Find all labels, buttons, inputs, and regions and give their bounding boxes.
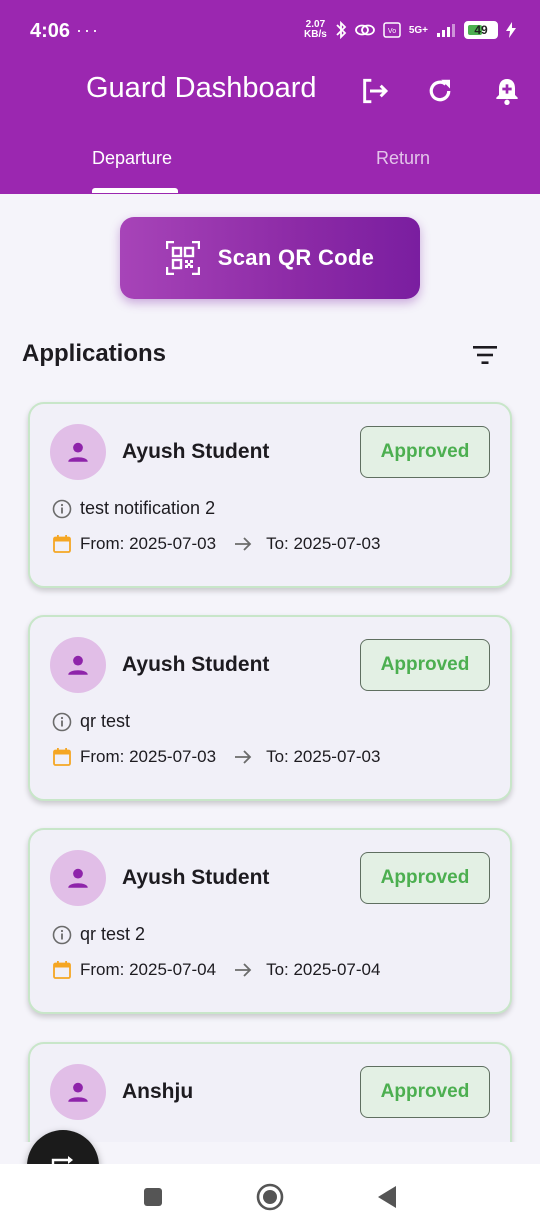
card-clip: Anshju Approved: [0, 1040, 540, 1142]
avatar: [50, 850, 106, 906]
status-badge: Approved: [360, 639, 490, 691]
person-icon: [68, 442, 88, 462]
recents-button[interactable]: [138, 1182, 168, 1212]
status-badge: Approved: [360, 852, 490, 904]
application-card[interactable]: Ayush Student Approved qr test 2 From: 2…: [28, 828, 512, 1014]
reason-row: test notification 2: [52, 498, 215, 519]
qr-scan-icon: [165, 241, 200, 275]
from-date: From: 2025-07-03: [80, 747, 217, 766]
person-icon: [68, 868, 88, 888]
info-icon: [52, 499, 72, 518]
calendar-icon: [53, 961, 71, 979]
back-triangle-icon: [378, 1186, 396, 1208]
scan-qr-button[interactable]: Scan QR Code: [120, 217, 420, 299]
home-circle-icon: [256, 1183, 284, 1211]
arrow-right-icon: [234, 749, 252, 765]
square-icon: [144, 1188, 162, 1206]
from-date: From: 2025-07-03: [80, 534, 217, 553]
application-card[interactable]: Ayush Student Approved qr test From: 202…: [28, 615, 512, 801]
info-icon: [52, 712, 72, 731]
from-date: From: 2025-07-04: [80, 960, 217, 979]
to-date: To: 2025-07-03: [266, 747, 381, 766]
arrow-right-icon: [234, 962, 252, 978]
reason-row: qr test: [52, 711, 130, 732]
status-badge: Approved: [360, 426, 490, 478]
applicant-name: Ayush Student: [122, 653, 270, 676]
filter-icon: [473, 346, 497, 364]
application-card[interactable]: Ayush Student Approved test notification…: [28, 402, 512, 588]
to-date: To: 2025-07-04: [266, 960, 381, 979]
filter-button[interactable]: [468, 340, 502, 370]
person-icon: [68, 655, 88, 675]
applicant-name: Anshju: [122, 1080, 194, 1103]
home-button[interactable]: [255, 1182, 285, 1212]
scan-qr-label: Scan QR Code: [217, 245, 375, 270]
avatar: [50, 1064, 106, 1120]
dates-row: From: 2025-07-03 To: 2025-07-03: [52, 747, 380, 767]
applications-heading: Applications: [22, 340, 167, 367]
dates-row: From: 2025-07-03 To: 2025-07-03: [52, 534, 380, 554]
avatar: [50, 424, 106, 480]
arrow-right-icon: [234, 536, 252, 552]
reason-row: qr test 2: [52, 924, 145, 945]
calendar-icon: [53, 748, 71, 766]
applicant-name: Ayush Student: [122, 866, 270, 889]
status-badge: Approved: [360, 1066, 490, 1118]
application-card[interactable]: Anshju Approved: [28, 1042, 512, 1142]
to-date: To: 2025-07-03: [266, 534, 381, 553]
reason-text: qr test 2: [80, 924, 146, 944]
calendar-icon: [53, 535, 71, 553]
reason-text: qr test: [80, 711, 131, 731]
info-icon: [52, 925, 72, 944]
reason-text: test notification 2: [80, 498, 216, 518]
dates-row: From: 2025-07-04 To: 2025-07-04: [52, 960, 380, 980]
back-button[interactable]: [372, 1182, 402, 1212]
person-icon: [68, 1082, 88, 1102]
avatar: [50, 637, 106, 693]
system-nav-bar: [0, 1164, 540, 1230]
applicant-name: Ayush Student: [122, 440, 270, 463]
